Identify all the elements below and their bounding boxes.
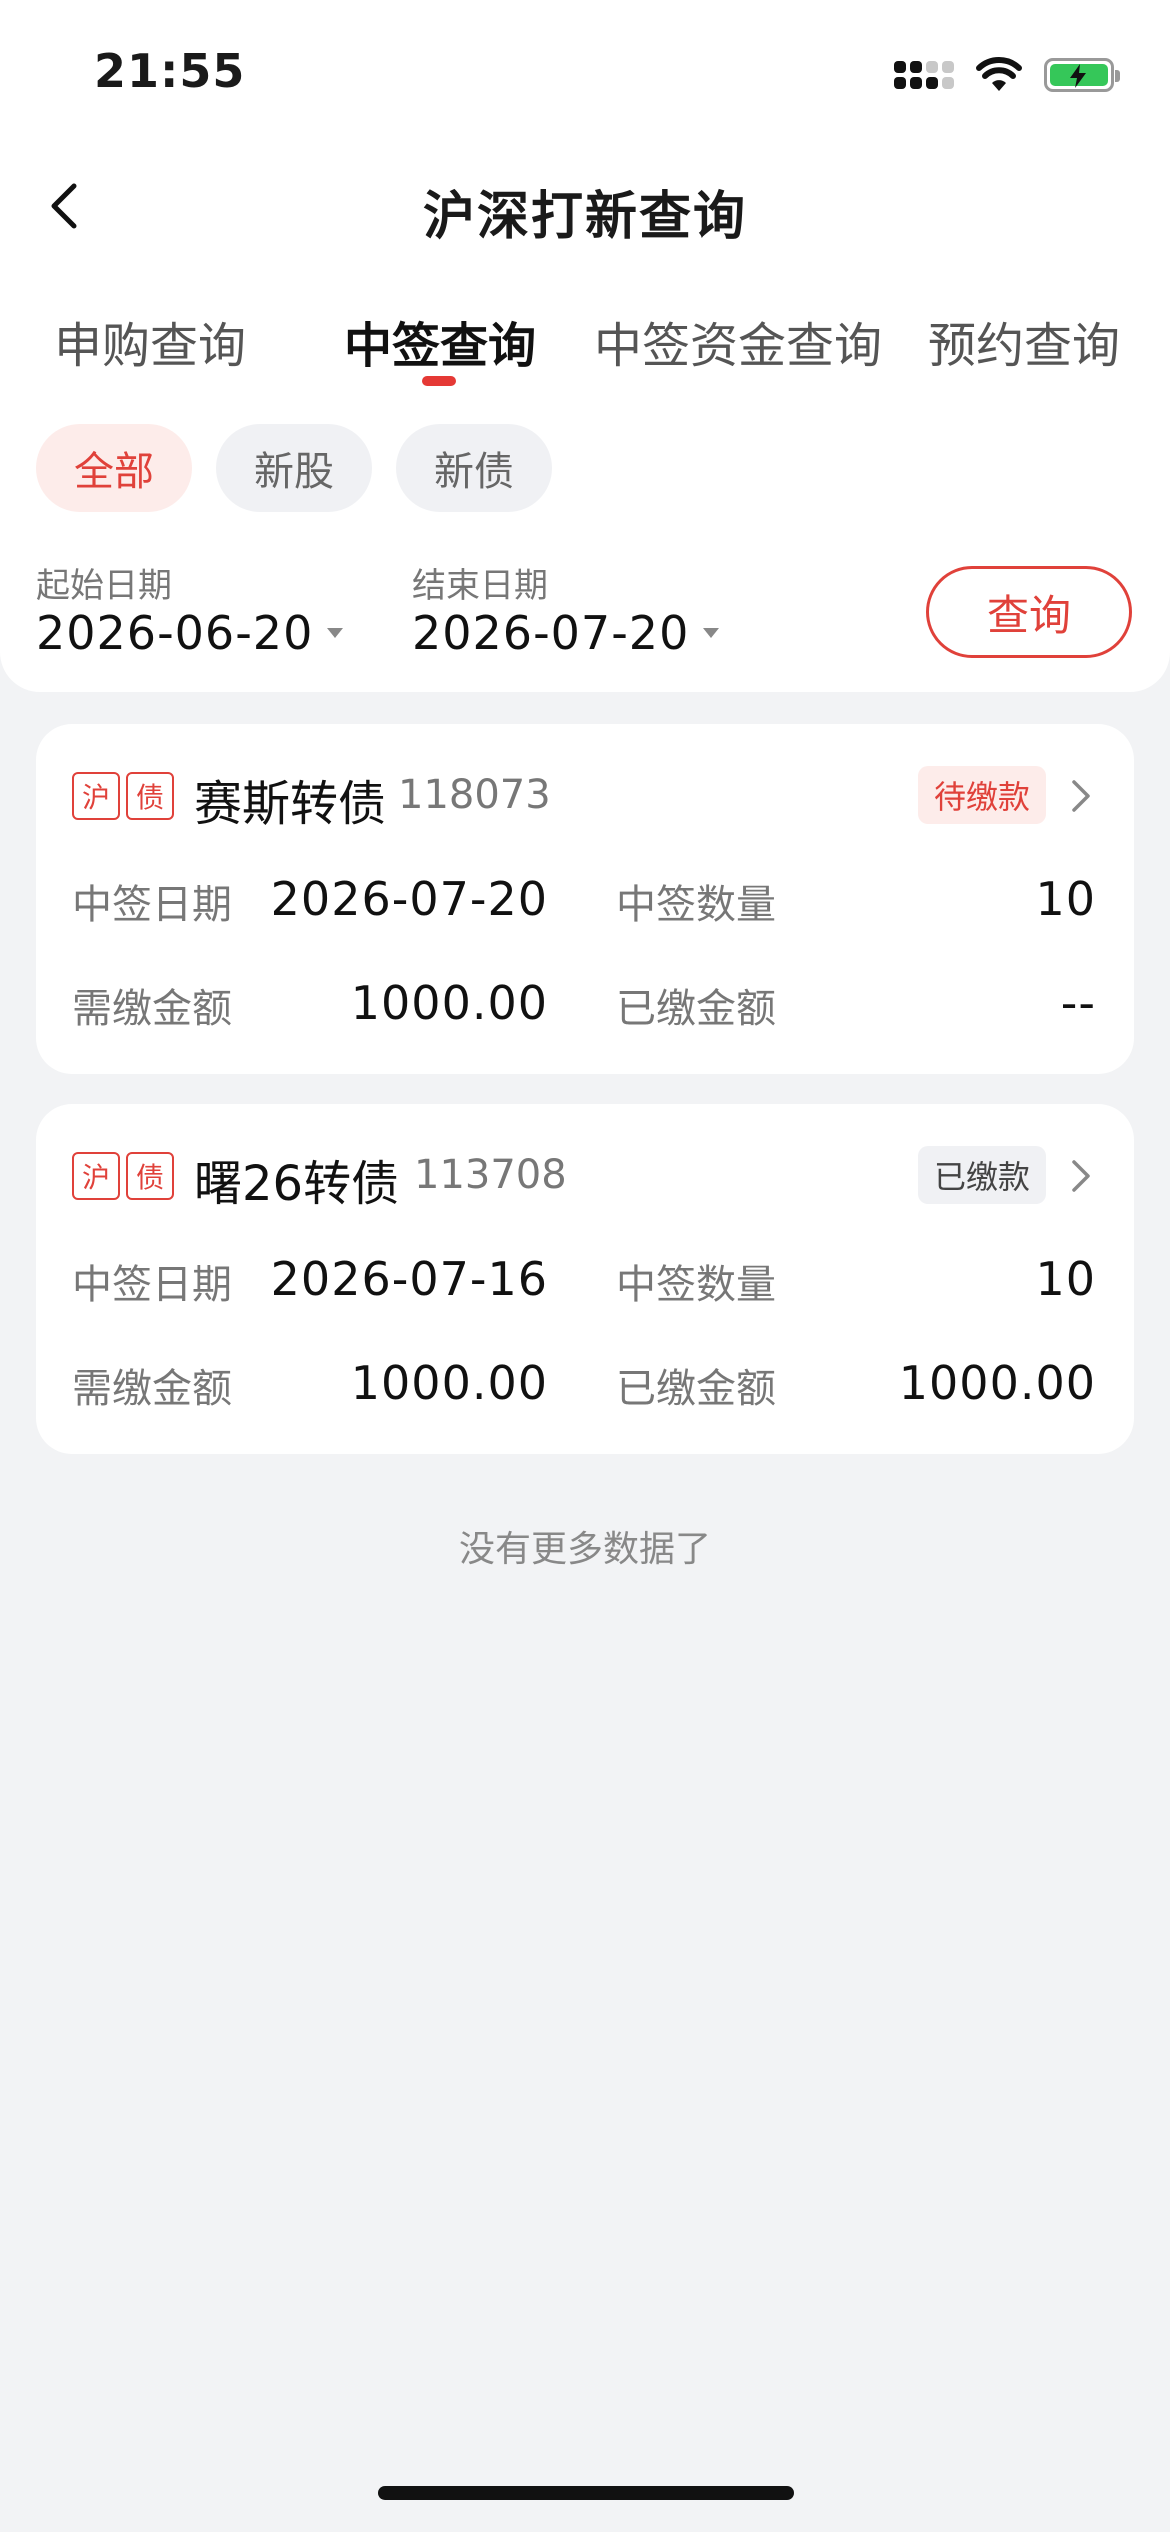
win-date-value: 2026-07-16 — [270, 1252, 548, 1306]
wifi-icon — [976, 57, 1022, 91]
status-icons — [894, 50, 1120, 100]
status-badge: 待缴款 — [917, 766, 1046, 824]
battery-icon — [1044, 58, 1120, 92]
win-date-label: 中签日期 — [72, 882, 232, 928]
status-time: 21:55 — [94, 44, 246, 98]
win-qty-value: 10 — [1035, 872, 1096, 926]
paid-amount-value: -- — [1060, 976, 1096, 1030]
tab-winning-funds-query[interactable]: 中签资金查询 — [594, 306, 882, 376]
paid-amount-label: 已缴金额 — [616, 1366, 776, 1412]
active-tab-indicator — [422, 376, 456, 386]
filter-bond-chip[interactable]: 新债 — [396, 424, 552, 512]
winning-record-card[interactable]: 沪 债 赛斯转债 118073 待缴款 中签日期 2026-07-20 中签数量… — [36, 724, 1134, 1074]
cellular-signal-icon — [894, 61, 954, 89]
tab-winning-query[interactable]: 中签查询 — [344, 306, 536, 376]
bond-code: 113708 — [414, 1152, 567, 1198]
no-more-data-text: 没有更多数据了 — [458, 1529, 711, 1570]
dropdown-caret-icon — [703, 628, 720, 638]
bond-code: 118073 — [398, 772, 551, 818]
filter-all-chip[interactable]: 全部 — [36, 424, 192, 512]
market-tag: 沪 — [72, 772, 120, 820]
paid-amount-label: 已缴金额 — [616, 986, 776, 1032]
paid-amount-value: 1000.00 — [898, 1356, 1096, 1410]
win-qty-value: 10 — [1035, 1252, 1096, 1306]
due-amount-value: 1000.00 — [350, 976, 548, 1030]
win-date-value: 2026-07-20 — [270, 872, 548, 926]
winning-record-card[interactable]: 沪 债 曙26转债 113708 已缴款 中签日期 2026-07-16 中签数… — [36, 1104, 1134, 1454]
win-qty-label: 中签数量 — [616, 882, 776, 928]
status-badge: 已缴款 — [917, 1146, 1046, 1204]
bond-name: 曙26转债 — [194, 1156, 400, 1212]
win-date-label: 中签日期 — [72, 1262, 232, 1308]
page-title: 沪深打新查询 — [422, 187, 747, 247]
type-tag: 债 — [126, 772, 174, 820]
bond-name: 赛斯转债 — [194, 776, 387, 832]
end-date-label: 结束日期 — [412, 566, 548, 606]
win-qty-label: 中签数量 — [616, 1262, 776, 1308]
home-indicator[interactable] — [378, 2486, 794, 2500]
chevron-right-icon — [1072, 780, 1090, 812]
market-tag: 沪 — [72, 1152, 120, 1200]
tab-subscription-query[interactable]: 申购查询 — [54, 306, 246, 376]
tab-reservation-query[interactable]: 预约查询 — [928, 306, 1120, 376]
type-tag: 债 — [126, 1152, 174, 1200]
start-date-value: 2026-06-20 — [36, 606, 314, 660]
due-amount-label: 需缴金额 — [72, 986, 232, 1032]
chevron-right-icon — [1072, 1160, 1090, 1192]
dropdown-caret-icon — [327, 628, 344, 638]
end-date-value: 2026-07-20 — [412, 606, 690, 660]
start-date-label: 起始日期 — [36, 566, 172, 606]
due-amount-value: 1000.00 — [350, 1356, 548, 1410]
filter-stock-chip[interactable]: 新股 — [216, 424, 372, 512]
end-date-picker[interactable]: 2026-07-20 — [412, 606, 720, 660]
due-amount-label: 需缴金额 — [72, 1366, 232, 1412]
start-date-picker[interactable]: 2026-06-20 — [36, 606, 344, 660]
query-button[interactable]: 查询 — [926, 566, 1132, 658]
